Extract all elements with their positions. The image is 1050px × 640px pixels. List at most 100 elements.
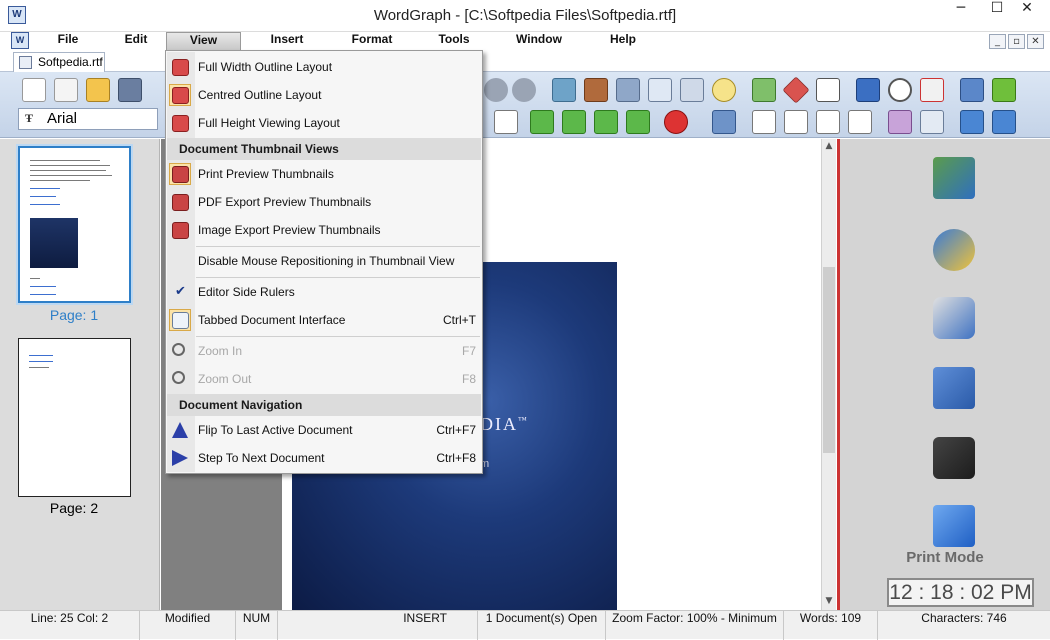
print-mode-label: Print Mode bbox=[906, 549, 984, 566]
smiley-tools-icon[interactable] bbox=[933, 297, 975, 339]
indent-icon[interactable] bbox=[594, 110, 618, 134]
clock-display: 12 : 18 : 02 PM bbox=[887, 578, 1034, 607]
indent-right-icon[interactable] bbox=[626, 110, 650, 134]
menu-item-zoom-in[interactable]: Zoom In F7 bbox=[166, 337, 482, 365]
document-icon bbox=[19, 56, 32, 69]
zoom-in-icon bbox=[172, 343, 185, 356]
step-arrow-icon bbox=[172, 450, 188, 466]
menu-item-disable-mouse-repositioning[interactable]: Disable Mouse Repositioning in Thumbnail… bbox=[166, 247, 482, 275]
new-document-icon[interactable] bbox=[22, 78, 46, 102]
menu-item-zoom-out[interactable]: Zoom Out F8 bbox=[166, 365, 482, 393]
status-docs-open: 1 Document(s) Open bbox=[478, 611, 606, 640]
scroll-up-icon[interactable]: ▲ bbox=[822, 139, 836, 153]
monitor-icon[interactable] bbox=[712, 110, 736, 134]
right-side-panel bbox=[840, 139, 1050, 610]
import-icon[interactable] bbox=[752, 78, 776, 102]
calendar-icon[interactable] bbox=[920, 78, 944, 102]
menu-header-thumbnail-views: Document Thumbnail Views bbox=[167, 138, 481, 160]
menu-item-flip-to-last-document[interactable]: Flip To Last Active Document Ctrl+F7 bbox=[166, 416, 482, 444]
scroll-down-icon[interactable]: ▼ bbox=[822, 594, 836, 608]
stop-icon[interactable] bbox=[664, 110, 688, 134]
print-mode-icon[interactable] bbox=[933, 505, 975, 547]
diamond-icon[interactable] bbox=[782, 76, 810, 104]
status-num: NUM bbox=[236, 611, 278, 640]
picture-icon[interactable] bbox=[584, 78, 608, 102]
document-system-icon[interactable]: W bbox=[11, 32, 29, 49]
menu-insert[interactable]: Insert bbox=[258, 32, 316, 50]
scrollbar-thumb[interactable] bbox=[823, 267, 835, 453]
menu-item-tabbed-document-interface[interactable]: Tabbed Document Interface Ctrl+T bbox=[166, 306, 482, 334]
close-button[interactable]: ✕ bbox=[1004, 0, 1050, 24]
page-thumbnail-1[interactable] bbox=[18, 146, 131, 303]
zoom-out-icon bbox=[172, 371, 185, 384]
search-replace-icon[interactable] bbox=[512, 78, 536, 102]
title-bar: W WordGraph - [C:\Softpedia Files\Softpe… bbox=[0, 0, 1050, 32]
font-icon: Ŧ bbox=[25, 111, 34, 125]
search-icon[interactable] bbox=[484, 78, 508, 102]
copy-document-icon[interactable] bbox=[54, 78, 78, 102]
grid-icon[interactable] bbox=[680, 78, 704, 102]
status-line-col: Line: 25 Col: 2 bbox=[0, 611, 140, 640]
mail-icon[interactable] bbox=[816, 78, 840, 102]
table-icon[interactable] bbox=[648, 78, 672, 102]
arrow-right-icon[interactable] bbox=[992, 110, 1016, 134]
arrow-up-icon[interactable] bbox=[960, 110, 984, 134]
save-icon[interactable] bbox=[118, 78, 142, 102]
layout-icon bbox=[172, 87, 189, 104]
menu-help[interactable]: Help bbox=[600, 32, 646, 50]
menu-format[interactable]: Format bbox=[340, 32, 404, 50]
mdi-close-button[interactable]: ✕ bbox=[1027, 34, 1044, 49]
thumbnails-icon bbox=[172, 166, 189, 183]
minimize-button[interactable]: ─ bbox=[944, 0, 978, 24]
justify-icon[interactable] bbox=[494, 110, 518, 134]
window-title: WordGraph - [C:\Softpedia Files\Softpedi… bbox=[373, 7, 677, 24]
menu-bar: W File Edit View Insert Format Tools Win… bbox=[0, 32, 1050, 50]
page-label-1: Page: 1 bbox=[49, 307, 99, 323]
font-styles-icon[interactable] bbox=[933, 367, 975, 409]
menu-window[interactable]: Window bbox=[506, 32, 572, 50]
menu-item-editor-side-rulers[interactable]: ✔ Editor Side Rulers bbox=[166, 278, 482, 306]
open-folder-icon[interactable] bbox=[86, 78, 110, 102]
menu-file[interactable]: File bbox=[44, 32, 92, 50]
mdi-minimize-button[interactable]: _ bbox=[989, 34, 1006, 49]
windows-cascade-icon[interactable] bbox=[933, 157, 975, 199]
layers-icon[interactable] bbox=[888, 110, 912, 134]
function-icon[interactable] bbox=[712, 78, 736, 102]
page-thumbnail-2[interactable] bbox=[18, 338, 131, 497]
font-name-value: Arial bbox=[47, 110, 78, 127]
mdi-restore-button[interactable]: ▫ bbox=[1008, 34, 1025, 49]
menu-edit[interactable]: Edit bbox=[112, 32, 160, 50]
indent-left-icon[interactable] bbox=[530, 110, 554, 134]
menu-item-image-export-thumbnails[interactable]: Image Export Preview Thumbnails bbox=[166, 216, 482, 244]
menu-item-print-preview-thumbnails[interactable]: Print Preview Thumbnails bbox=[166, 160, 482, 188]
layout-icon bbox=[172, 59, 189, 76]
vertical-scrollbar[interactable]: ▲ ▼ bbox=[821, 139, 836, 610]
thumbnails-icon bbox=[172, 222, 189, 239]
numbered-list-icon[interactable] bbox=[752, 110, 776, 134]
subscript-icon[interactable] bbox=[848, 110, 872, 134]
database-icon[interactable] bbox=[552, 78, 576, 102]
help-icon[interactable] bbox=[992, 78, 1016, 102]
menu-item-full-height-viewing[interactable]: Full Height Viewing Layout bbox=[166, 109, 482, 137]
menu-item-centred-outline[interactable]: Centred Outline Layout bbox=[166, 81, 482, 109]
document-tab[interactable]: Softpedia.rtf bbox=[13, 52, 105, 72]
thumbnail-pane: Page: 1 Page: 2 bbox=[0, 139, 160, 610]
menu-item-pdf-export-thumbnails[interactable]: PDF Export Preview Thumbnails bbox=[166, 188, 482, 216]
binoculars-icon[interactable] bbox=[933, 437, 975, 479]
camera-icon[interactable] bbox=[616, 78, 640, 102]
outdent-icon[interactable] bbox=[562, 110, 586, 134]
menu-item-full-width-outline[interactable]: Full Width Outline Layout bbox=[166, 53, 482, 81]
menu-view[interactable]: View bbox=[166, 32, 241, 50]
status-modified: Modified bbox=[140, 611, 236, 640]
back-icon[interactable] bbox=[856, 78, 880, 102]
bullet-list-icon[interactable] bbox=[784, 110, 808, 134]
superscript-icon[interactable] bbox=[816, 110, 840, 134]
menu-tools[interactable]: Tools bbox=[430, 32, 478, 50]
help-question-icon[interactable] bbox=[933, 229, 975, 271]
clock-icon[interactable] bbox=[888, 78, 912, 102]
status-bar: Line: 25 Col: 2 Modified NUM INSERT 1 Do… bbox=[0, 610, 1050, 640]
font-name-field[interactable]: Ŧ Arial bbox=[18, 108, 158, 130]
exit-icon[interactable] bbox=[960, 78, 984, 102]
menu-item-step-to-next-document[interactable]: Step To Next Document Ctrl+F8 bbox=[166, 444, 482, 472]
text-box-icon[interactable] bbox=[920, 110, 944, 134]
